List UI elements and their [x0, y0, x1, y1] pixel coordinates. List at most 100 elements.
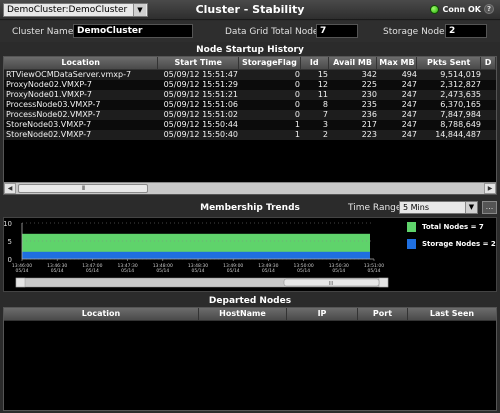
storage-nodes-label: Storage Nodes [383, 27, 450, 37]
scroll-right-icon[interactable]: ▶ [484, 183, 496, 194]
scroll-left-icon[interactable]: ◀ [4, 183, 16, 194]
table-row[interactable]: StoreNode02.VMXP-7 05/09/12 15:50:40 1 2 223… [4, 130, 496, 140]
top-bar: DemoCluster:DemoCluster ▼ Cluster - Stab… [0, 0, 500, 20]
cell-max-mb: 494 [401, 70, 417, 79]
cell-storage-flag: 0 [294, 90, 300, 99]
cell-pkts-sent: 14,844,487 [435, 130, 481, 139]
chevron-down-icon[interactable]: ▼ [465, 202, 477, 213]
col-start-time[interactable]: Start Time [158, 57, 240, 69]
cluster-selector-value: DemoCluster:DemoCluster [7, 5, 128, 15]
cell-storage-flag: 0 [294, 80, 300, 89]
cell-location: ProcessNode03.VMXP-7 [6, 100, 101, 109]
cell-pkts-sent: 2,473,635 [440, 90, 481, 99]
x-tick-label: 05/14 [16, 268, 29, 274]
cluster-selector[interactable]: DemoCluster:DemoCluster ▼ [3, 3, 148, 17]
cell-start-time: 05/09/12 15:51:29 [163, 80, 238, 89]
col-storage-flag[interactable]: StorageFlag [239, 57, 301, 69]
more-options-button[interactable]: ... [482, 201, 497, 214]
chart-scroll-left-icon [15, 277, 26, 288]
table-header: Location Start Time StorageFlag Id Avail… [4, 57, 496, 70]
cell-storage-flag: 0 [294, 100, 300, 109]
x-tick-label: 05/14 [262, 268, 275, 274]
x-tick-label: 05/14 [86, 268, 99, 274]
legend-label-storage: Storage Nodes = 2 [422, 240, 496, 248]
total-nodes-field: 7 [316, 24, 358, 38]
col-location[interactable]: Location [4, 57, 159, 69]
cell-storage-flag: 0 [294, 70, 300, 79]
legend-swatch-storage [407, 239, 416, 249]
cell-max-mb: 247 [401, 130, 417, 139]
cell-start-time: 05/09/12 15:51:02 [163, 110, 238, 119]
cell-storage-flag: 1 [294, 120, 300, 129]
cell-id: 2 [322, 130, 328, 139]
legend-storage-nodes: Storage Nodes = 2 [407, 239, 496, 249]
table-row[interactable]: ProcessNode02.VMXP-7 05/09/12 15:51:02 0 7 2… [4, 110, 496, 120]
chevron-down-icon[interactable]: ▼ [133, 4, 146, 16]
x-tick-label: 05/14 [368, 268, 381, 274]
cell-start-time: 05/09/12 15:50:40 [163, 130, 238, 139]
connection-status: Conn OK ? [430, 4, 494, 14]
col-location[interactable]: Location [4, 308, 199, 320]
x-tick-label: 05/14 [297, 268, 310, 274]
cell-max-mb: 247 [401, 120, 417, 129]
cell-location: StoreNode02.VMXP-7 [6, 130, 92, 139]
x-tick-label: 05/14 [51, 268, 64, 274]
cell-avail-mb: 236 [361, 110, 377, 119]
table-row[interactable]: ProxyNode02.VMXP-7 05/09/12 15:51:29 0 12 22… [4, 80, 496, 90]
chart-scroll-right-icon [378, 277, 389, 288]
departed-nodes-title: Departed Nodes [208, 296, 292, 306]
cell-id: 3 [322, 120, 328, 129]
cell-location: RTViewOCMDataServer.vmxp-7 [6, 70, 132, 79]
cell-pkts-sent: 2,312,827 [440, 80, 481, 89]
cell-avail-mb: 217 [361, 120, 377, 129]
node-history-table[interactable]: Location Start Time StorageFlag Id Avail… [3, 56, 497, 195]
time-range-select[interactable]: 5 Mins ▼ [399, 201, 478, 214]
col-max-mb[interactable]: Max MB [377, 57, 418, 69]
table-row[interactable]: RTViewOCMDataServer.vmxp-7 05/09/12 15:51… [4, 70, 496, 80]
table-row[interactable]: ProxyNode01.VMXP-7 05/09/12 15:51:21 0 11 23… [4, 90, 496, 100]
cell-id: 11 [317, 90, 328, 99]
help-icon[interactable]: ? [484, 4, 494, 14]
table-body: RTViewOCMDataServer.vmxp-7 05/09/12 15:51… [4, 70, 496, 140]
scroll-thumb[interactable]: III [18, 184, 148, 193]
status-led-icon [430, 4, 440, 14]
cell-location: StoreNode03.VMXP-7 [6, 120, 92, 129]
cell-max-mb: 247 [401, 110, 417, 119]
col-id[interactable]: Id [301, 57, 329, 69]
x-tick-label: 05/14 [121, 268, 134, 274]
col-last-seen[interactable]: Last Seen [408, 308, 496, 320]
series-area-1 [22, 251, 370, 259]
cell-avail-mb: 235 [361, 100, 377, 109]
legend-total-nodes: Total Nodes = 7 [407, 222, 484, 232]
cell-pkts-sent: 9,514,019 [440, 70, 481, 79]
cell-location: ProxyNode01.VMXP-7 [6, 90, 92, 99]
departed-table-header: Location HostName IP Port Last Seen [4, 308, 496, 321]
cell-id: 7 [322, 110, 328, 119]
col-port[interactable]: Port [358, 308, 408, 320]
cell-pkts-sent: 8,788,649 [440, 120, 481, 129]
table-row[interactable]: StoreNode03.VMXP-7 05/09/12 15:50:44 1 3 217… [4, 120, 496, 130]
col-pkts-sent[interactable]: Pkts Sent [417, 57, 482, 69]
cell-storage-flag: 0 [294, 110, 300, 119]
col-avail-mb[interactable]: Avail MB [329, 57, 378, 69]
x-tick-label: 05/14 [192, 268, 205, 274]
cell-start-time: 05/09/12 15:51:06 [163, 100, 238, 109]
departed-nodes-table[interactable]: Location HostName IP Port Last Seen [3, 307, 497, 411]
table-row[interactable]: ProcessNode03.VMXP-7 05/09/12 15:51:06 0 8 2… [4, 100, 496, 110]
total-nodes-label: Data Grid Total Nodes [225, 27, 324, 37]
horizontal-scrollbar[interactable]: ◀ III ▶ [4, 182, 496, 194]
cell-avail-mb: 342 [361, 70, 377, 79]
cell-start-time: 05/09/12 15:51:47 [163, 70, 238, 79]
x-tick-label: 05/14 [332, 268, 345, 274]
cell-start-time: 05/09/12 15:50:44 [163, 120, 238, 129]
cell-avail-mb: 223 [361, 130, 377, 139]
y-tick-label: 0 [8, 256, 12, 264]
cluster-name-field: DemoCluster [73, 24, 193, 38]
col-hostname[interactable]: HostName [199, 308, 287, 320]
x-tick-label: 05/14 [227, 268, 240, 274]
cell-location: ProxyNode02.VMXP-7 [6, 80, 92, 89]
cell-max-mb: 247 [401, 100, 417, 109]
col-d[interactable]: D [481, 57, 496, 69]
col-ip[interactable]: IP [287, 308, 358, 320]
time-range-value: 5 Mins [403, 203, 429, 212]
